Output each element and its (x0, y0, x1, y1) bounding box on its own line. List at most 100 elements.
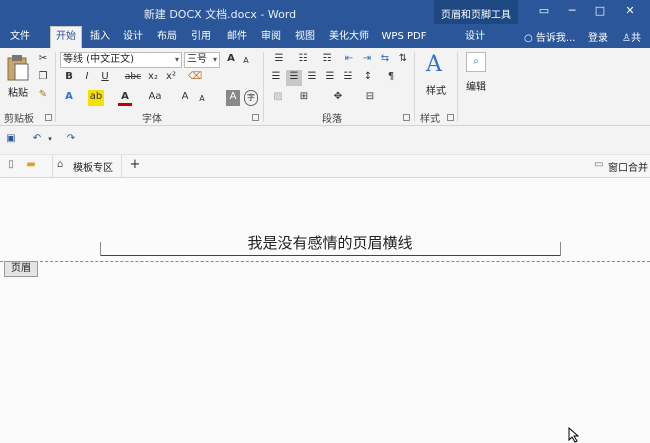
show-marks-icon[interactable]: ¶ (384, 70, 398, 86)
share-button[interactable]: ♙共 (622, 29, 641, 44)
line-spacing-icon[interactable]: ↕ (360, 70, 376, 86)
window-icon: ▭ (594, 159, 604, 170)
tab-mailings[interactable]: 邮件 (222, 28, 252, 48)
clipboard-icon (7, 55, 29, 81)
justify-icon[interactable]: ☰ (322, 70, 338, 86)
grow-font-button-2[interactable]: A (178, 90, 192, 106)
redo-icon[interactable]: ↷ (64, 132, 78, 148)
font-name-select[interactable]: 等线 (中文正文) ▾ (60, 52, 182, 68)
quick-access-toolbar: ▣ ↶ ▾ ↷ (0, 126, 650, 154)
tab-layout[interactable]: 布局 (152, 28, 182, 48)
format-painter-icon[interactable]: ✎ (36, 88, 50, 104)
italic-button[interactable]: I (80, 70, 94, 86)
tab-design[interactable]: 设计 (118, 28, 148, 48)
strikethrough-button[interactable]: abc (124, 70, 142, 86)
tab-templates[interactable]: ⌂ 模板专区 (52, 155, 122, 177)
new-document-icon[interactable]: ▯ (4, 158, 18, 174)
borders-icon[interactable]: ⊞ (296, 90, 312, 106)
subscript-button[interactable]: x₂ (146, 70, 160, 86)
char-shading-button[interactable]: A (226, 90, 240, 106)
chevron-down-icon: ▾ (174, 55, 179, 64)
tab-header-footer-design[interactable]: 设计 (455, 28, 495, 48)
align-left-icon[interactable]: ☰ (268, 70, 284, 86)
superscript-button[interactable]: x² (164, 70, 178, 86)
numbering-icon[interactable]: ☷ (294, 52, 312, 68)
distributed-icon[interactable]: ☱ (340, 70, 356, 86)
underline-button[interactable]: U (98, 70, 112, 86)
shrink-font-button-2[interactable]: A (196, 92, 208, 108)
ribbon-display-button[interactable]: ▭ (535, 4, 553, 18)
para-options-icon[interactable]: ⊟ (362, 90, 378, 106)
sort-icon[interactable]: ⇅ (396, 52, 410, 68)
shrink-font-button[interactable]: A (240, 54, 252, 70)
bold-button[interactable]: B (62, 70, 76, 86)
wps-tab-bar: ▯ ▬ ⌂ 模板专区 + ▭ 窗口合并 (0, 154, 650, 178)
tab-wps-pdf[interactable]: WPS PDF (378, 28, 430, 48)
tab-view[interactable]: 视图 (290, 28, 320, 48)
copy-icon[interactable]: ❐ (36, 70, 50, 86)
lightbulb-icon: ○ (524, 33, 533, 44)
clear-format-icon[interactable]: ⌫ (188, 70, 202, 86)
clipboard-launcher[interactable] (45, 114, 52, 121)
font-color-button[interactable]: A (118, 90, 132, 106)
styles-a-icon: A (426, 52, 442, 77)
clipboard-group-label: 剪贴板 (4, 114, 34, 125)
document-page[interactable]: 我是没有感情的页眉横线 页眉 (0, 182, 650, 443)
contextual-group-label: 页眉和页脚工具 (441, 10, 511, 21)
tell-me-label: 告诉我... (535, 33, 576, 44)
decrease-indent-icon[interactable]: ⇤ (342, 52, 356, 68)
shading-icon[interactable]: ▨ (270, 90, 286, 106)
window-merge-button[interactable]: ▭ 窗口合并 (594, 159, 650, 175)
cut-icon[interactable]: ✂ (36, 52, 50, 68)
tab-home[interactable]: 开始 (50, 26, 82, 48)
tab-insert[interactable]: 插入 (86, 28, 114, 48)
window-title: 新建 DOCX 文档.docx - Word (143, 8, 297, 21)
close-button[interactable]: ✕ (621, 4, 639, 18)
group-separator (263, 52, 264, 122)
asian-layout-icon[interactable]: ✥ (330, 90, 346, 106)
text-effects-button[interactable]: A (62, 90, 76, 106)
bullets-icon[interactable]: ☰ (270, 52, 288, 68)
tab-references[interactable]: 引用 (186, 28, 216, 48)
editing-button[interactable]: ⌕ 编辑 (462, 52, 490, 102)
title-bar: 新建 DOCX 文档.docx - Word 页眉和页脚工具 ▭ ─ □ ✕ (0, 0, 650, 48)
styles-launcher[interactable] (447, 114, 454, 121)
magnifier-icon: ⌕ (466, 52, 486, 72)
maximize-button[interactable]: □ (591, 4, 609, 18)
window-merge-label: 窗口合并 (608, 163, 648, 174)
login-link[interactable]: 登录 (588, 29, 608, 44)
paste-button[interactable]: 粘贴 (4, 52, 32, 102)
font-size-select[interactable]: 三号 ▾ (184, 52, 220, 68)
header-text[interactable]: 我是没有感情的页眉横线 (100, 232, 560, 253)
align-right-icon[interactable]: ☰ (304, 70, 320, 86)
tell-me-search[interactable]: ○ 告诉我... (524, 29, 575, 44)
undo-dropdown-icon[interactable]: ▾ (46, 132, 54, 148)
header-boundary (0, 261, 650, 262)
folder-icon[interactable]: ▬ (24, 158, 38, 174)
paragraph-group-label: 段落 (322, 114, 342, 125)
tab-beautify[interactable]: 美化大师 (326, 28, 372, 48)
chevron-down-icon: ▾ (212, 55, 217, 64)
highlight-button[interactable]: ab (88, 90, 104, 106)
change-case-button[interactable]: Aa (146, 90, 164, 106)
enclose-char-button[interactable]: 字 (244, 90, 258, 106)
editing-button-label: 编辑 (466, 82, 486, 93)
undo-icon[interactable]: ↶ (30, 132, 44, 148)
add-tab-button[interactable]: + (128, 158, 142, 174)
margin-mark-right (560, 242, 561, 256)
styles-button[interactable]: A 样式 (420, 52, 452, 102)
multilevel-list-icon[interactable]: ☶ (318, 52, 336, 68)
align-center-icon[interactable]: ☰ (286, 70, 302, 86)
ribbon-tab-bar: 文件 开始 插入 设计 布局 引用 邮件 审阅 视图 美化大师 WPS PDF … (0, 24, 650, 48)
tab-file[interactable]: 文件 (4, 28, 36, 48)
minimize-button[interactable]: ─ (563, 4, 581, 18)
paragraph-launcher[interactable] (403, 114, 410, 121)
save-icon[interactable]: ▣ (4, 132, 18, 148)
tab-review[interactable]: 审阅 (256, 28, 286, 48)
increase-indent-icon[interactable]: ⇥ (360, 52, 374, 68)
font-launcher[interactable] (252, 114, 259, 121)
grow-font-button[interactable]: A (224, 52, 238, 68)
share-label: 共 (630, 33, 641, 44)
chinese-layout-icon[interactable]: ⇆ (378, 52, 392, 68)
group-separator (414, 52, 415, 122)
